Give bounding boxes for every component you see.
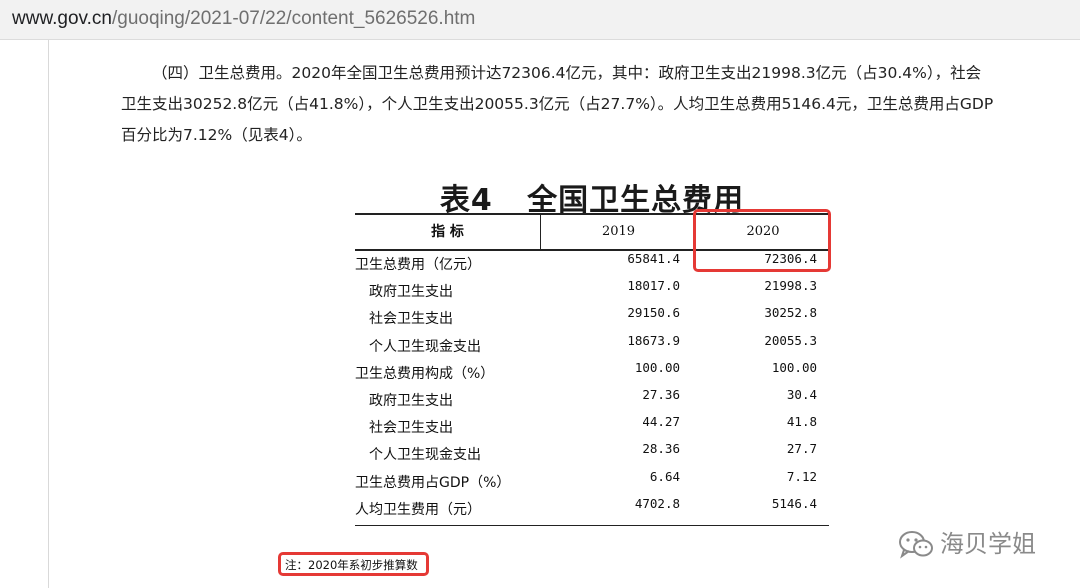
page-left-border <box>48 40 49 588</box>
wechat-icon <box>898 530 934 560</box>
highlight-box-2020 <box>693 209 831 272</box>
header-indicator: 指 标 <box>431 224 464 240</box>
row-label: 卫生总费用占GDP（%） <box>355 474 511 491</box>
value-2019: 4702.8 <box>634 495 680 511</box>
value-2020: 5146.4 <box>771 495 817 511</box>
value-2019: 44.27 <box>642 414 680 430</box>
value-2020: 7.12 <box>786 468 817 484</box>
row-label: 卫生总费用构成（%） <box>355 365 495 382</box>
value-2020: 21998.3 <box>764 278 817 294</box>
value-2019: 18673.9 <box>627 332 680 348</box>
table-bottom-rule <box>355 524 829 526</box>
table-row: 政府卫生支出 18017.0 21998.3 <box>355 278 829 305</box>
value-2020: 41.8 <box>786 414 817 430</box>
row-label: 个人卫生现金支出 <box>369 447 481 464</box>
table-row: 卫生总费用占GDP（%） 6.64 7.12 <box>355 469 829 496</box>
watermark-text: 海贝学姐 <box>940 530 1036 558</box>
row-label: 社会卫生支出 <box>369 420 453 437</box>
address-bar[interactable]: www.gov.cn/guoqing/2021-07/22/content_56… <box>0 0 1080 40</box>
table-row: 社会卫生支出 44.27 41.8 <box>355 414 829 441</box>
table-row: 政府卫生支出 27.36 30.4 <box>355 387 829 414</box>
value-2019: 27.36 <box>642 386 680 402</box>
address-bar-url[interactable]: www.gov.cn/guoqing/2021-07/22/content_56… <box>12 8 475 30</box>
table-row: 个人卫生现金支出 28.36 27.7 <box>355 441 829 468</box>
url-domain: www.gov.cn <box>12 8 112 29</box>
highlight-box-note <box>278 552 429 576</box>
value-2020: 30252.8 <box>764 305 817 321</box>
table-row: 卫生总费用构成（%） 100.00 100.00 <box>355 360 829 387</box>
watermark: 海贝学姐 <box>898 524 1036 560</box>
value-2019: 100.00 <box>634 359 680 375</box>
value-2019: 18017.0 <box>627 278 680 294</box>
url-path: /guoqing/2021-07/22/content_5626526.htm <box>111 8 476 29</box>
table-body: 卫生总费用（亿元） 65841.4 72306.4 政府卫生支出 18017.0… <box>355 251 829 523</box>
row-label: 政府卫生支出 <box>369 284 453 301</box>
value-2020: 20055.3 <box>764 332 817 348</box>
row-label: 政府卫生支出 <box>369 392 453 409</box>
table-row: 社会卫生支出 29150.6 30252.8 <box>355 305 829 332</box>
article-line-3: 百分比为7.12%（见表4）。 <box>121 126 312 144</box>
value-2020: 27.7 <box>786 441 817 457</box>
row-label: 人均卫生费用（元） <box>355 501 481 518</box>
row-label: 个人卫生现金支出 <box>369 338 481 355</box>
value-2019: 29150.6 <box>627 305 680 321</box>
value-2019: 6.64 <box>649 468 680 484</box>
row-label: 社会卫生支出 <box>369 311 453 328</box>
table-row: 个人卫生现金支出 18673.9 20055.3 <box>355 333 829 360</box>
article-paragraph: （四）卫生总费用。2020年全国卫生总费用预计达72306.4亿元，其中：政府卫… <box>121 58 1061 151</box>
article-line-2: 卫生支出30252.8亿元（占41.8%），个人卫生支出20055.3亿元（占2… <box>121 95 994 113</box>
table-row: 人均卫生费用（元） 4702.8 5146.4 <box>355 496 829 523</box>
value-2020: 100.00 <box>771 359 817 375</box>
value-2020: 30.4 <box>786 386 817 402</box>
article-line-1: （四）卫生总费用。2020年全国卫生总费用预计达72306.4亿元，其中：政府卫… <box>152 64 982 82</box>
row-label: 卫生总费用（亿元） <box>355 257 481 273</box>
value-2019: 28.36 <box>642 441 680 457</box>
header-2019: 2019 <box>540 215 696 249</box>
value-2019: 65841.4 <box>627 251 680 266</box>
